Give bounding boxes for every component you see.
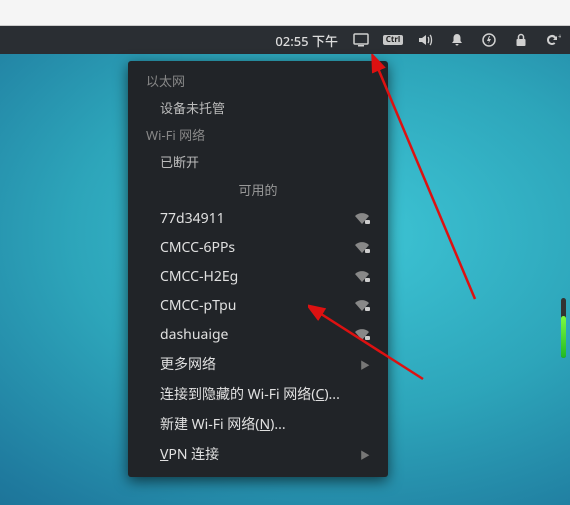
volume-icon[interactable] [416,31,434,49]
refresh-plus-icon[interactable]: + [544,31,562,49]
wifi-ssid: 77d34911 [160,209,225,228]
wifi-signal-locked-icon [354,242,370,254]
wifi-header: Wi-Fi 网络 [128,121,388,148]
wifi-network-item[interactable]: CMCC-6PPs [128,233,388,262]
connect-hidden-wifi[interactable]: 连接到隐藏的 Wi-Fi 网络(C)... [128,379,388,409]
chevron-right-icon: ▶ [360,447,370,462]
wifi-signal-locked-icon [354,300,370,312]
volume-indicator [560,298,568,358]
top-panel: 02:55 下午 Ctrl + [0,26,570,54]
more-networks[interactable]: 更多网络 ▶ [128,349,388,379]
power-icon[interactable] [480,31,498,49]
desktop: 以太网 设备未托管 Wi-Fi 网络 已断开 可用的 77d34911 CMCC… [0,54,570,505]
wifi-ssid: dashuaige [160,325,228,344]
wifi-network-item[interactable]: dashuaige [128,320,388,349]
ethernet-status: 设备未托管 [128,94,388,121]
wifi-signal-locked-icon [354,271,370,283]
vpn-connections[interactable]: VPN 连接 ▶ [128,439,388,469]
wifi-network-item[interactable]: 77d34911 [128,204,388,233]
wifi-signal-locked-icon [354,213,370,225]
ctrl-badge-icon[interactable]: Ctrl [384,31,402,49]
create-new-label: 新建 Wi-Fi 网络(N)... [160,414,286,434]
wifi-ssid: CMCC-6PPs [160,238,235,257]
wifi-status: 已断开 [128,148,388,175]
clock: 02:55 下午 [275,31,338,50]
create-new-wifi[interactable]: 新建 Wi-Fi 网络(N)... [128,409,388,439]
wifi-ssid: CMCC-pTpu [160,296,236,315]
display-icon[interactable] [352,31,370,49]
wifi-network-item[interactable]: CMCC-pTpu [128,291,388,320]
network-menu: 以太网 设备未托管 Wi-Fi 网络 已断开 可用的 77d34911 CMCC… [128,61,388,477]
ethernet-header: 以太网 [128,67,388,94]
connect-hidden-label: 连接到隐藏的 Wi-Fi 网络(C)... [160,384,340,404]
more-networks-label: 更多网络 [160,354,216,374]
wifi-ssid: CMCC-H2Eg [160,267,238,286]
available-label: 可用的 [128,175,388,204]
svg-text:+: + [558,33,561,42]
wifi-network-item[interactable]: CMCC-H2Eg [128,262,388,291]
lock-icon[interactable] [512,31,530,49]
bell-icon[interactable] [448,31,466,49]
vpn-label: VPN 连接 [160,444,219,464]
wifi-signal-locked-icon [354,329,370,341]
browser-titlebar [0,0,570,26]
chevron-right-icon: ▶ [360,357,370,372]
